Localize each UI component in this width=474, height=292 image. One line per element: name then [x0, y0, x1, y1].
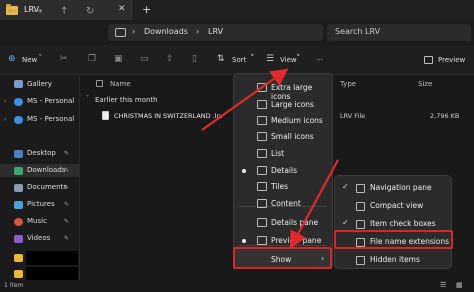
annotation-arrows	[201, 68, 339, 249]
arrow-to-view	[201, 68, 289, 131]
arrow-to-show	[289, 159, 339, 249]
